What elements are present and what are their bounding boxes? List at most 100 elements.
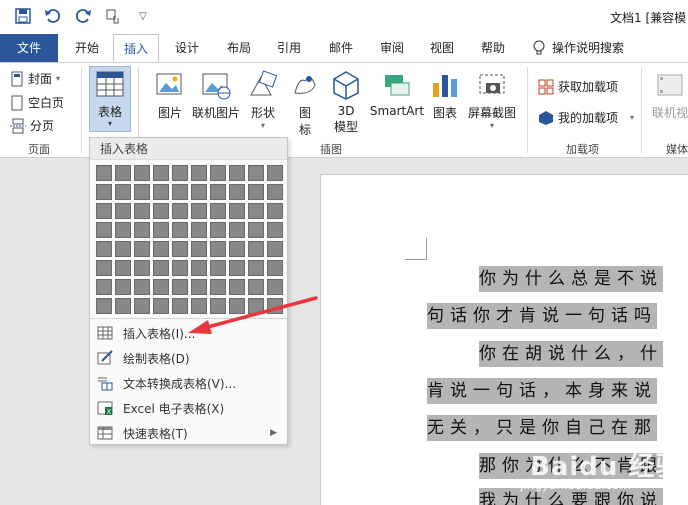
table-grid-cell[interactable] xyxy=(210,260,226,276)
table-grid-cell[interactable] xyxy=(172,279,188,295)
table-grid-cell[interactable] xyxy=(248,260,264,276)
table-grid-cell[interactable] xyxy=(191,260,207,276)
blank-page-button[interactable]: 空白页 xyxy=(10,94,64,111)
table-grid-cell[interactable] xyxy=(191,279,207,295)
table-grid-cell[interactable] xyxy=(153,222,169,238)
tab-layout[interactable]: 布局 xyxy=(224,34,254,62)
my-addins-button[interactable]: 我的加载项 ▾ xyxy=(538,109,634,126)
text-to-table-menu-item[interactable]: 文本转换成表格(V)... xyxy=(90,371,287,395)
table-grid-cell[interactable] xyxy=(134,260,150,276)
tab-insert[interactable]: 插入 xyxy=(113,34,159,63)
table-grid-cell[interactable] xyxy=(229,203,245,219)
table-grid-cell[interactable] xyxy=(134,298,150,314)
table-grid-cell[interactable] xyxy=(248,222,264,238)
table-grid-cell[interactable] xyxy=(134,203,150,219)
table-grid-cell[interactable] xyxy=(210,241,226,257)
online-video-button[interactable]: 联机视 xyxy=(650,69,688,121)
table-grid-cell[interactable] xyxy=(229,241,245,257)
save-icon[interactable] xyxy=(12,6,34,26)
document-line[interactable]: 你为什么总是不说 xyxy=(479,266,663,292)
table-grid-cell[interactable] xyxy=(153,165,169,181)
table-grid-cell[interactable] xyxy=(134,184,150,200)
table-grid-cell[interactable] xyxy=(267,279,283,295)
document-line[interactable]: 你在胡说什么，什 xyxy=(479,341,663,367)
table-size-grid[interactable] xyxy=(96,165,283,314)
table-grid-cell[interactable] xyxy=(210,165,226,181)
table-grid-cell[interactable] xyxy=(134,279,150,295)
tab-view[interactable]: 视图 xyxy=(427,34,457,62)
tab-home[interactable]: 开始 xyxy=(72,34,102,62)
table-grid-cell[interactable] xyxy=(96,298,112,314)
table-grid-cell[interactable] xyxy=(96,184,112,200)
excel-spreadsheet-menu-item[interactable]: X Excel 电子表格(X) xyxy=(90,396,287,420)
shapes-button[interactable]: 形状 ▾ xyxy=(246,69,280,130)
table-grid-cell[interactable] xyxy=(210,279,226,295)
table-grid-cell[interactable] xyxy=(115,203,131,219)
tab-mailings[interactable]: 邮件 xyxy=(326,34,356,62)
online-picture-button[interactable]: 联机图片 xyxy=(190,69,242,121)
table-grid-cell[interactable] xyxy=(153,184,169,200)
table-grid-cell[interactable] xyxy=(115,184,131,200)
redo-icon[interactable] xyxy=(72,6,94,26)
document-line[interactable]: 肯说一句话，本身来说 xyxy=(427,378,657,404)
table-grid-cell[interactable] xyxy=(229,260,245,276)
table-grid-cell[interactable] xyxy=(210,184,226,200)
smartart-button[interactable]: SmartArt xyxy=(369,69,425,118)
table-grid-cell[interactable] xyxy=(248,165,264,181)
table-grid-cell[interactable] xyxy=(172,260,188,276)
document-line[interactable]: 句话你才肯说一句话吗 xyxy=(427,303,657,329)
table-grid-cell[interactable] xyxy=(267,260,283,276)
table-grid-cell[interactable] xyxy=(229,279,245,295)
table-grid-cell[interactable] xyxy=(96,222,112,238)
quick-tables-menu-item[interactable]: 快速表格(T) ▶ xyxy=(90,421,287,445)
cover-page-button[interactable]: 封面 ▾ xyxy=(10,70,60,87)
table-grid-cell[interactable] xyxy=(267,203,283,219)
table-grid-cell[interactable] xyxy=(210,222,226,238)
table-grid-cell[interactable] xyxy=(153,298,169,314)
icons-button[interactable]: 图 标 xyxy=(290,69,320,138)
table-grid-cell[interactable] xyxy=(172,222,188,238)
table-grid-cell[interactable] xyxy=(115,260,131,276)
table-grid-cell[interactable] xyxy=(267,222,283,238)
touch-mode-icon[interactable] xyxy=(102,6,124,26)
get-addins-button[interactable]: 获取加载项 xyxy=(538,78,618,95)
table-button[interactable]: 表格 ▾ xyxy=(89,66,131,132)
table-grid-cell[interactable] xyxy=(172,165,188,181)
table-grid-cell[interactable] xyxy=(115,298,131,314)
table-grid-cell[interactable] xyxy=(229,184,245,200)
table-grid-cell[interactable] xyxy=(115,165,131,181)
table-grid-cell[interactable] xyxy=(96,260,112,276)
table-grid-cell[interactable] xyxy=(134,241,150,257)
table-grid-cell[interactable] xyxy=(172,184,188,200)
table-grid-cell[interactable] xyxy=(115,279,131,295)
document-line[interactable]: 无关，只是你自己在那 xyxy=(427,415,657,441)
table-grid-cell[interactable] xyxy=(191,203,207,219)
table-grid-cell[interactable] xyxy=(172,203,188,219)
tell-me-search[interactable]: 操作说明搜索 xyxy=(532,34,624,62)
table-grid-cell[interactable] xyxy=(153,241,169,257)
table-grid-cell[interactable] xyxy=(229,165,245,181)
draw-table-menu-item[interactable]: 绘制表格(D) xyxy=(90,346,287,370)
table-grid-cell[interactable] xyxy=(210,203,226,219)
table-grid-cell[interactable] xyxy=(248,203,264,219)
table-grid-cell[interactable] xyxy=(267,165,283,181)
tab-file[interactable]: 文件 xyxy=(0,34,58,62)
table-grid-cell[interactable] xyxy=(96,203,112,219)
page-break-button[interactable]: 分页 xyxy=(10,117,54,134)
tab-review[interactable]: 审阅 xyxy=(377,34,407,62)
table-grid-cell[interactable] xyxy=(96,279,112,295)
table-grid-cell[interactable] xyxy=(248,184,264,200)
table-grid-cell[interactable] xyxy=(248,241,264,257)
table-grid-cell[interactable] xyxy=(96,241,112,257)
table-grid-cell[interactable] xyxy=(191,184,207,200)
picture-button[interactable]: 图片 xyxy=(152,69,188,121)
table-grid-cell[interactable] xyxy=(191,241,207,257)
table-grid-cell[interactable] xyxy=(191,165,207,181)
3d-model-button[interactable]: 3D 模型 xyxy=(329,69,363,135)
table-grid-cell[interactable] xyxy=(172,241,188,257)
table-grid-cell[interactable] xyxy=(115,222,131,238)
table-grid-cell[interactable] xyxy=(96,165,112,181)
customize-qat-icon[interactable]: ▽ xyxy=(132,6,154,26)
table-grid-cell[interactable] xyxy=(153,260,169,276)
undo-icon[interactable] xyxy=(42,6,64,26)
